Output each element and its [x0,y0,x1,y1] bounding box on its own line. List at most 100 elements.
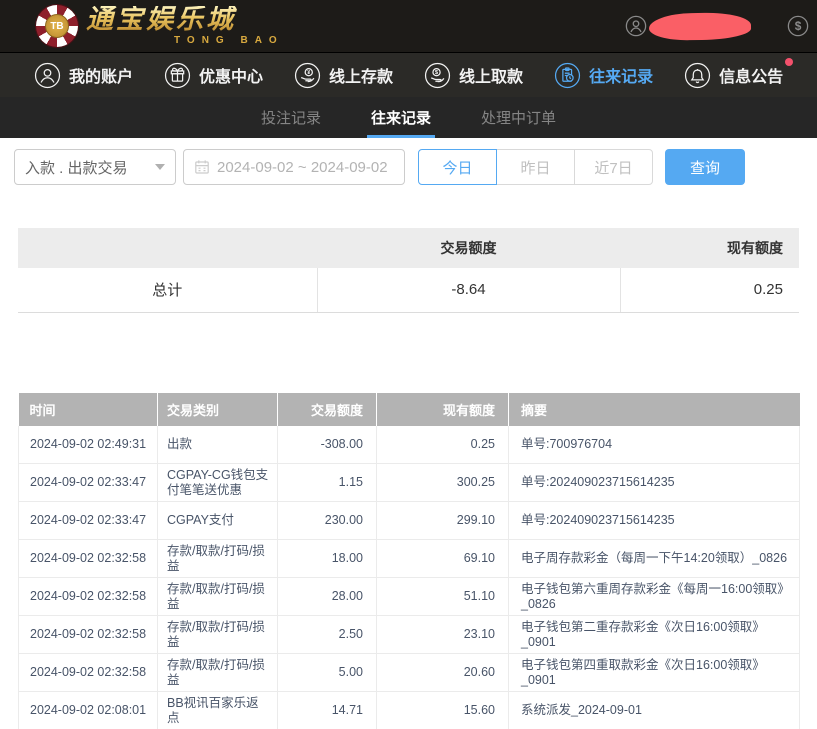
table-cell: 300.25 [377,464,509,502]
nav-item-my-account[interactable]: 我的账户 [34,62,133,89]
summary-header: 交易额度 现有额度 [18,228,799,268]
chevron-down-icon [155,164,165,170]
table-cell: 2024-09-02 02:33:47 [19,502,158,540]
table-cell: 14.71 [278,692,377,729]
query-button[interactable]: 查询 [665,149,745,185]
user-icon [34,62,61,89]
gift-icon [164,62,191,89]
last7days-button[interactable]: 近7日 [574,149,653,185]
select-value: 入款 . 出款交易 [25,157,128,178]
summary-current-balance: 0.25 [620,268,799,312]
brand-name-en: TONG BAO [174,36,284,46]
nav-label: 线上取款 [459,63,523,87]
top-brand-bar: TB 通宝娱乐城 TONG BAO $ [0,0,817,52]
records-icon [554,62,581,89]
table-cell: 0.25 [377,426,509,464]
nav-label: 优惠中心 [199,63,263,87]
col-summary: 摘要 [509,393,800,426]
transactions-body: 2024-09-02 02:49:31出款-308.000.25单号:70097… [19,426,800,729]
col-balance: 现有额度 [377,393,509,426]
table-cell: 18.00 [278,540,377,578]
notification-dot [785,58,793,66]
table-cell: 2024-09-02 02:33:47 [19,464,158,502]
table-cell: 5.00 [278,654,377,692]
table-cell: 230.00 [278,502,377,540]
main-navigation: 我的账户 优惠中心 ¥ 线上存款 $ 线上取款 [0,52,817,97]
table-cell: 2.50 [278,616,377,654]
table-cell: 电子钱包第四重取款彩金《次日16:00领取》_0901 [509,654,800,692]
table-cell: 存款/取款/打码/损益 [158,578,278,616]
table-cell: 2024-09-02 02:32:58 [19,616,158,654]
table-cell: 51.10 [377,578,509,616]
date-range-input[interactable]: 2024-09-02 ~ 2024-09-02 [183,149,405,185]
nav-label: 线上存款 [329,63,393,87]
nav-item-transaction-records[interactable]: 往来记录 [554,62,653,89]
tab-label: 投注记录 [261,107,321,128]
quick-date-buttons: 今日 昨日 近7日 [418,149,653,185]
table-cell: 2024-09-02 02:49:31 [19,426,158,464]
nav-item-online-withdrawal[interactable]: $ 线上取款 [424,62,523,89]
svg-text:¥: ¥ [307,70,310,76]
summary-total-label: 总计 [18,268,317,312]
calendar-icon [194,159,210,175]
col-amount: 交易额度 [278,393,377,426]
table-cell: 单号:202409023715614235 [509,502,800,540]
tab-betting-records[interactable]: 投注记录 [259,97,323,138]
summary-transaction-amount: -8.64 [317,268,620,312]
transaction-type-select[interactable]: 入款 . 出款交易 [14,149,176,185]
today-button[interactable]: 今日 [418,149,497,185]
table-row: 2024-09-02 02:32:58存款/取款/打码/损益18.0069.10… [19,540,800,578]
nav-label: 我的账户 [69,63,133,87]
table-cell: 2024-09-02 02:08:01 [19,692,158,729]
yesterday-button[interactable]: 昨日 [496,149,575,185]
table-cell: 1.15 [278,464,377,502]
table-row: 2024-09-02 02:33:47CGPAY-CG钱包支付笔笔送优惠1.15… [19,464,800,502]
username-redaction [649,12,751,41]
table-row: 2024-09-02 02:32:58存款/取款/打码/损益28.0051.10… [19,578,800,616]
col-time: 时间 [19,393,158,426]
summary-col-empty [18,228,317,268]
account-avatar-icon[interactable] [625,15,647,37]
transactions-table: 时间 交易类别 交易额度 现有额度 摘要 2024-09-02 02:49:31… [18,393,800,729]
table-cell: 69.10 [377,540,509,578]
balance-dollar-icon[interactable]: $ [787,15,809,37]
date-range-value: 2024-09-02 ~ 2024-09-02 [217,159,388,176]
tab-label: 处理中订单 [481,107,556,128]
topbar-account-area: $ [625,13,803,40]
svg-text:$: $ [795,19,802,33]
table-cell: 28.00 [278,578,377,616]
brand-chip-badge: TB [45,14,69,38]
table-cell: 单号:700976704 [509,426,800,464]
tab-transaction-records[interactable]: 往来记录 [369,97,433,138]
nav-label: 往来记录 [589,63,653,87]
record-tabs: 投注记录 往来记录 处理中订单 [0,97,817,138]
brand-chip-logo[interactable]: TB [36,5,78,47]
table-row: 2024-09-02 02:33:47CGPAY支付230.00299.10单号… [19,502,800,540]
withdraw-icon: $ [424,62,451,89]
table-cell: 单号:202409023715614235 [509,464,800,502]
table-cell: 2024-09-02 02:32:58 [19,578,158,616]
table-cell: 存款/取款/打码/损益 [158,616,278,654]
summary-col-transaction-amount: 交易额度 [317,228,620,268]
table-cell: 出款 [158,426,278,464]
table-cell: 299.10 [377,502,509,540]
summary-table: 交易额度 现有额度 总计 -8.64 0.25 [18,228,799,313]
brand-text[interactable]: 通宝娱乐城 TONG BAO [86,6,284,46]
table-cell: BB视讯百家乐返点 [158,692,278,729]
filter-bar: 入款 . 出款交易 2024-09-02 ~ 2024-09-02 今日 昨日 … [14,148,817,186]
nav-item-online-deposit[interactable]: ¥ 线上存款 [294,62,393,89]
nav-label: 信息公告 [719,63,783,87]
table-cell: 电子钱包第六重周存款彩金《每周一16:00领取》_0826 [509,578,800,616]
transactions-header: 时间 交易类别 交易额度 现有额度 摘要 [19,393,800,426]
nav-item-promotions[interactable]: 优惠中心 [164,62,263,89]
nav-item-announcements[interactable]: 信息公告 [684,62,783,89]
brand-name-cn: 通宝娱乐城 [86,6,284,33]
table-cell: CGPAY支付 [158,502,278,540]
table-cell: -308.00 [278,426,377,464]
table-cell: 20.60 [377,654,509,692]
col-type: 交易类别 [158,393,278,426]
table-cell: CGPAY-CG钱包支付笔笔送优惠 [158,464,278,502]
table-row: 2024-09-02 02:08:01BB视讯百家乐返点14.7115.60系统… [19,692,800,729]
tab-pending-orders[interactable]: 处理中订单 [479,97,558,138]
table-cell: 存款/取款/打码/损益 [158,540,278,578]
